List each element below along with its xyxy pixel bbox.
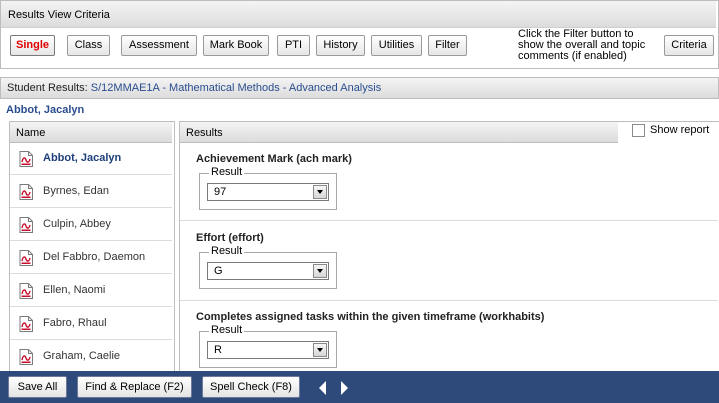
section-divider	[180, 300, 718, 301]
save-all-button[interactable]: Save All	[8, 376, 67, 398]
student-row[interactable]: Culpin, Abbey	[10, 209, 172, 241]
pdf-report-icon[interactable]	[19, 283, 33, 299]
pdf-report-icon[interactable]	[19, 184, 33, 200]
pdf-report-icon[interactable]	[19, 217, 33, 233]
next-student-icon[interactable]	[340, 381, 348, 395]
student-row[interactable]: Abbot, Jacalyn	[10, 143, 172, 175]
achievement-mark-select[interactable]: 97	[207, 183, 329, 201]
filter-hint-line-3: comments (if enabled)	[518, 50, 627, 62]
effort-result-label: Result	[209, 245, 245, 257]
workhabits-title: Completes assigned tasks within the give…	[196, 311, 545, 323]
student-results-prefix: Student Results:	[7, 82, 88, 94]
pdf-report-icon[interactable]	[19, 250, 33, 266]
student-name[interactable]: Fabro, Rhaul	[43, 317, 107, 329]
chevron-down-icon[interactable]	[313, 264, 327, 278]
student-name[interactable]: Abbot, Jacalyn	[43, 152, 121, 164]
effort-select[interactable]: G	[207, 262, 329, 280]
filter-hint: Click the Filter button to show the over…	[518, 29, 645, 62]
student-name[interactable]: Culpin, Abbey	[43, 218, 111, 230]
name-column-header: Name	[16, 127, 46, 139]
show-report-label: Show report	[650, 124, 710, 136]
workhabits-value: R	[214, 344, 222, 356]
show-report-checkbox[interactable]	[632, 124, 645, 137]
student-row[interactable]: Byrnes, Edan	[10, 176, 172, 208]
pdf-report-icon[interactable]	[19, 316, 33, 332]
criteria-button[interactable]: Criteria	[664, 35, 714, 56]
single-button[interactable]: Single	[10, 35, 55, 56]
workhabits-result-label: Result	[209, 324, 245, 336]
student-row[interactable]: Del Fabbro, Daemon	[10, 242, 172, 274]
class-link[interactable]: S/12MMAE1A - Mathematical Methods - Adva…	[91, 82, 381, 94]
achievement-mark-title: Achievement Mark (ach mark)	[196, 153, 352, 165]
assessment-button[interactable]: Assessment	[121, 35, 197, 56]
effort-title: Effort (effort)	[196, 232, 264, 244]
section-divider	[180, 220, 718, 221]
workhabits-select[interactable]: R	[207, 341, 329, 359]
criteria-panel-title: Results View Criteria	[8, 9, 110, 21]
filter-button[interactable]: Filter	[428, 35, 467, 56]
student-name[interactable]: Byrnes, Edan	[43, 185, 109, 197]
utilities-button[interactable]: Utilities	[371, 35, 422, 56]
previous-student-icon[interactable]	[319, 381, 327, 395]
spell-check-button[interactable]: Spell Check (F8)	[202, 376, 300, 398]
student-row[interactable]: Fabro, Rhaul	[10, 308, 172, 340]
student-row[interactable]: Ellen, Naomi	[10, 275, 172, 307]
achievement-result-label: Result	[209, 166, 245, 178]
student-results-title: Student Results: S/12MMAE1A - Mathematic…	[7, 82, 381, 94]
student-row[interactable]: Graham, Caelie	[10, 341, 172, 373]
student-name[interactable]: Del Fabbro, Daemon	[43, 251, 145, 263]
student-name[interactable]: Graham, Caelie	[43, 350, 120, 362]
find-replace-button[interactable]: Find & Replace (F2)	[77, 376, 192, 398]
pti-button[interactable]: PTI	[277, 35, 310, 56]
student-name[interactable]: Ellen, Naomi	[43, 284, 105, 296]
achievement-mark-value: 97	[214, 186, 227, 198]
chevron-down-icon[interactable]	[313, 185, 327, 199]
results-header	[180, 122, 618, 143]
chevron-down-icon[interactable]	[313, 343, 327, 357]
selected-student-name: Abbot, Jacalyn	[6, 104, 85, 116]
mark-book-button[interactable]: Mark Book	[203, 35, 269, 56]
class-button[interactable]: Class	[67, 35, 110, 56]
results-column-header: Results	[186, 127, 223, 139]
history-button[interactable]: History	[316, 35, 365, 56]
pdf-report-icon[interactable]	[19, 349, 33, 365]
pdf-report-icon[interactable]	[19, 151, 33, 167]
effort-value: G	[214, 265, 223, 277]
